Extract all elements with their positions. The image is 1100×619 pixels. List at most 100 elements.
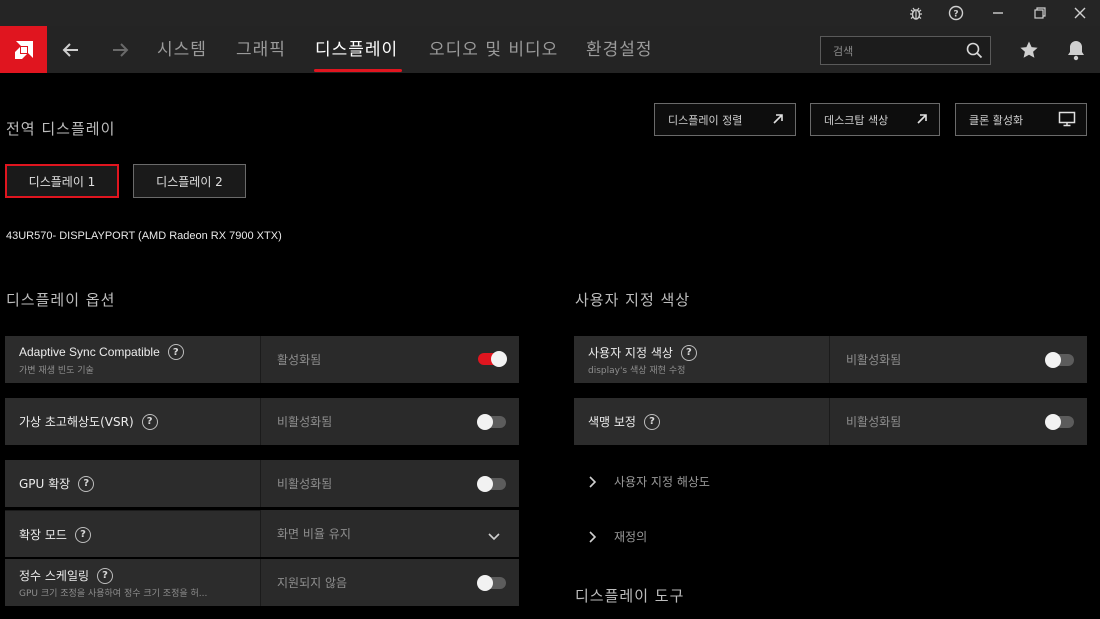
search-placeholder: 검색 xyxy=(833,45,854,58)
adaptive-sync-label: Adaptive Sync Compatible xyxy=(19,345,160,359)
override-label: 재정의 xyxy=(614,530,648,544)
adaptive-sync-status: 활성화됨 xyxy=(277,353,322,367)
gpu-scaling-toggle[interactable] xyxy=(477,476,506,492)
chevron-right-icon xyxy=(588,530,608,543)
main-navigation: 시스템 그래픽 디스플레이 오디오 및 비디오 환경설정 검색 xyxy=(0,26,1100,73)
toggle-knob xyxy=(491,351,507,367)
integer-scaling-label: 정수 스케일링 xyxy=(19,569,90,583)
toggle-knob xyxy=(1045,352,1061,368)
setting-label: 확장 모드 ? xyxy=(19,526,91,543)
monitor-name: 43UR570- DISPLAYPORT (AMD Radeon RX 7900… xyxy=(6,230,282,242)
restore-icon[interactable] xyxy=(1020,0,1060,26)
gpu-scaling-row: GPU 확장 ? 비활성화됨 xyxy=(5,460,519,507)
integer-scaling-row: 정수 스케일링 ? GPU 크기 조정을 사용하여 정수 크기 조정을 허...… xyxy=(5,559,519,606)
integer-scaling-status: 지원되지 않음 xyxy=(277,576,348,590)
help-icon[interactable]: ? xyxy=(97,567,114,584)
adaptive-sync-description: 가변 재생 빈도 기술 xyxy=(19,366,94,376)
adaptive-sync-toggle[interactable] xyxy=(478,351,507,367)
help-icon[interactable]: ? xyxy=(936,0,976,26)
setting-label: 사용자 지정 색상 ? xyxy=(588,344,697,361)
tab-audio-video[interactable]: 오디오 및 비디오 xyxy=(429,26,558,73)
external-link-icon xyxy=(771,112,785,129)
vsr-row: 가상 초고해상도(VSR) ? 비활성화됨 xyxy=(5,398,519,445)
setting-label-cell: 색맹 보정 ? xyxy=(574,398,830,445)
vsr-label: 가상 초고해상도(VSR) xyxy=(19,415,134,429)
forward-arrow-icon[interactable] xyxy=(105,36,135,63)
override-expander[interactable]: 재정의 xyxy=(588,528,647,545)
custom-color-toggle[interactable] xyxy=(1045,352,1074,368)
vsr-status: 비활성화됨 xyxy=(277,415,333,429)
scaling-mode-row[interactable]: 확장 모드 ? 화면 비율 유지 xyxy=(5,510,519,557)
setting-label-cell: Adaptive Sync Compatible ? 가변 재생 빈도 기술 xyxy=(5,336,261,383)
vsr-toggle[interactable] xyxy=(477,414,506,430)
global-display-title: 전역 디스플레이 xyxy=(6,120,116,138)
color-blind-status: 비활성화됨 xyxy=(846,415,902,429)
color-blind-row: 색맹 보정 ? 비활성화됨 xyxy=(574,398,1087,445)
amd-logo-icon[interactable] xyxy=(0,26,47,73)
notifications-bell-icon[interactable] xyxy=(1064,38,1088,62)
gpu-scaling-label: GPU 확장 xyxy=(19,477,71,491)
setting-label: Adaptive Sync Compatible ? xyxy=(19,344,184,360)
help-icon[interactable]: ? xyxy=(643,413,660,430)
setting-label-cell: 확장 모드 ? xyxy=(5,510,261,557)
setting-label-cell: 정수 스케일링 ? GPU 크기 조정을 사용하여 정수 크기 조정을 허... xyxy=(5,559,261,606)
integer-scaling-description: GPU 크기 조정을 사용하여 정수 크기 조정을 허... xyxy=(19,589,208,599)
tab-preferences[interactable]: 환경설정 xyxy=(586,26,653,73)
toggle-knob xyxy=(477,575,493,591)
setting-label: GPU 확장 ? xyxy=(19,475,95,492)
tab-display[interactable]: 디스플레이 xyxy=(315,26,398,73)
custom-color-row: 사용자 지정 색상 ? display's 색상 재현 수정 비활성화됨 xyxy=(574,336,1087,383)
tab-system[interactable]: 시스템 xyxy=(157,26,207,73)
custom-color-status: 비활성화됨 xyxy=(846,353,902,367)
color-blind-toggle[interactable] xyxy=(1045,414,1074,430)
favorites-star-icon[interactable] xyxy=(1017,38,1041,62)
toggle-knob xyxy=(477,476,493,492)
search-input[interactable]: 검색 xyxy=(820,36,991,65)
display-tools-title: 디스플레이 도구 xyxy=(575,587,685,605)
chevron-right-icon xyxy=(588,475,608,488)
chevron-down-icon[interactable] xyxy=(487,527,501,546)
close-icon[interactable] xyxy=(1060,0,1100,26)
toggle-knob xyxy=(1045,414,1061,430)
desktop-color-button[interactable]: 데스크탑 색상 xyxy=(810,103,940,136)
color-blind-label: 색맹 보정 xyxy=(588,415,636,429)
display-1-tab[interactable]: 디스플레이 1 xyxy=(5,164,119,198)
clone-enable-label: 클론 활성화 xyxy=(969,113,1024,127)
active-tab-indicator xyxy=(314,69,402,72)
monitor-icon xyxy=(1058,111,1076,130)
setting-label: 정수 스케일링 ? xyxy=(19,567,114,584)
setting-label-cell: 가상 초고해상도(VSR) ? xyxy=(5,398,261,445)
setting-label-cell: GPU 확장 ? xyxy=(5,460,261,507)
scaling-mode-label: 확장 모드 xyxy=(19,528,67,542)
scaling-mode-value: 화면 비율 유지 xyxy=(277,527,351,541)
integer-scaling-toggle[interactable] xyxy=(477,575,506,591)
minimize-icon[interactable] xyxy=(978,0,1018,26)
custom-color-title: 사용자 지정 색상 xyxy=(575,291,691,309)
setting-label: 색맹 보정 ? xyxy=(588,413,660,430)
help-icon[interactable]: ? xyxy=(141,413,158,430)
display-options-title: 디스플레이 옵션 xyxy=(6,291,116,309)
bug-report-icon[interactable] xyxy=(896,0,936,26)
back-arrow-icon[interactable] xyxy=(56,36,86,63)
gpu-scaling-status: 비활성화됨 xyxy=(277,477,333,491)
desktop-color-label: 데스크탑 색상 xyxy=(824,113,889,127)
help-icon[interactable]: ? xyxy=(78,475,95,492)
help-icon[interactable]: ? xyxy=(167,344,184,360)
setting-label-cell: 사용자 지정 색상 ? display's 색상 재현 수정 xyxy=(574,336,830,383)
setting-label: 가상 초고해상도(VSR) ? xyxy=(19,413,158,430)
custom-resolution-expander[interactable]: 사용자 지정 해상도 xyxy=(588,473,710,490)
adaptive-sync-row: Adaptive Sync Compatible ? 가변 재생 빈도 기술 활… xyxy=(5,336,519,383)
custom-resolution-label: 사용자 지정 해상도 xyxy=(614,475,710,489)
display-arrange-button[interactable]: 디스플레이 정렬 xyxy=(654,103,796,136)
title-bar: ? xyxy=(0,0,1100,26)
clone-enable-button[interactable]: 클론 활성화 xyxy=(955,103,1087,136)
search-icon[interactable] xyxy=(966,42,983,63)
display-arrange-label: 디스플레이 정렬 xyxy=(668,113,743,127)
custom-color-description: display's 색상 재현 수정 xyxy=(588,366,686,376)
help-icon[interactable]: ? xyxy=(74,526,91,543)
display-2-tab[interactable]: 디스플레이 2 xyxy=(133,164,246,198)
tab-graphics[interactable]: 그래픽 xyxy=(236,26,286,73)
svg-text:?: ? xyxy=(953,10,958,20)
help-icon[interactable]: ? xyxy=(680,344,697,361)
external-link-icon xyxy=(915,112,929,129)
